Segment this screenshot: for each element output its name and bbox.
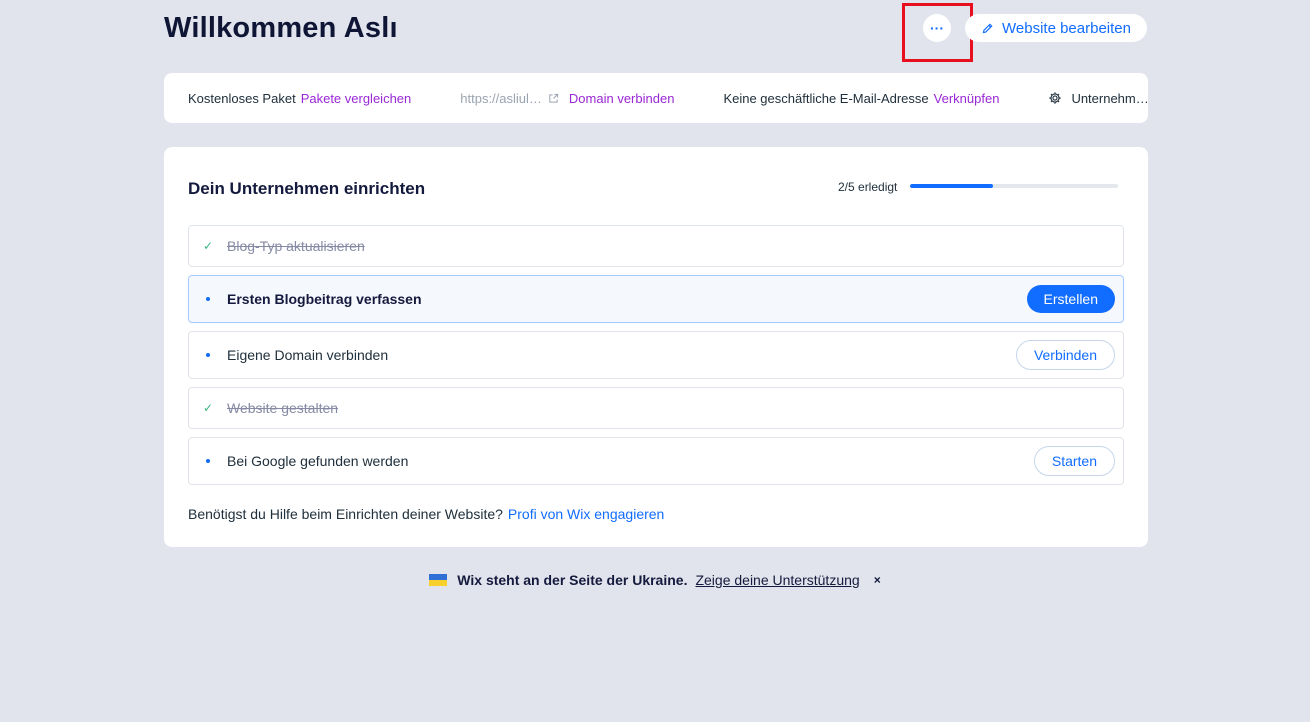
hire-expert-link[interactable]: Profi von Wix engagieren	[508, 506, 664, 522]
connect-domain-button[interactable]: Verbinden	[1015, 340, 1115, 370]
task-label: Website gestalten	[227, 400, 339, 416]
progress-label: 2/5 erledigt	[838, 180, 898, 194]
gear-icon	[1049, 92, 1062, 104]
business-label: Unternehm…	[1071, 90, 1149, 106]
progress-bar	[910, 184, 1118, 188]
bullet-icon	[206, 297, 210, 301]
task-label: Eigene Domain verbinden	[227, 347, 389, 363]
start-seo-button[interactable]: Starten	[1033, 446, 1115, 476]
site-info-bar: Kostenloses Paket Pakete vergleichen htt…	[164, 73, 1149, 123]
task-label: Bei Google gefunden werden	[227, 453, 409, 469]
compare-plans-link[interactable]: Pakete vergleichen	[301, 91, 412, 106]
edit-website-button[interactable]: Website bearbeiten	[965, 14, 1147, 42]
create-post-button[interactable]: Erstellen	[1026, 285, 1115, 313]
close-icon[interactable]: ×	[874, 573, 881, 587]
page-title: Willkommen Aslı	[164, 12, 398, 44]
plan-segment: Kostenloses Paket Pakete vergleichen	[188, 91, 411, 106]
banner-text: Wix steht an der Seite der Ukraine.	[457, 572, 688, 588]
setup-card: Dein Unternehmen einrichten 2/5 erledigt…	[164, 147, 1148, 547]
connect-email-link[interactable]: Verknüpfen	[934, 91, 1000, 106]
ukraine-banner: Wix steht an der Seite der Ukraine. Zeig…	[0, 572, 1310, 588]
edit-website-label: Website bearbeiten	[1002, 19, 1131, 37]
task-item[interactable]: Bei Google gefunden werden Starten	[188, 437, 1124, 485]
email-segment: Keine geschäftliche E-Mail-Adresse Verkn…	[723, 91, 999, 106]
task-label: Blog-Typ aktualisieren	[227, 238, 365, 254]
pencil-icon	[982, 22, 993, 33]
task-item[interactable]: ✓ Blog-Typ aktualisieren	[188, 225, 1124, 267]
business-settings[interactable]: Unternehm…	[1048, 90, 1149, 106]
task-item[interactable]: Eigene Domain verbinden Verbinden	[188, 331, 1124, 379]
domain-segment: https://asliul… Domain verbinden	[460, 91, 674, 106]
site-url[interactable]: https://asliul…	[460, 91, 542, 106]
task-item[interactable]: Ersten Blogbeitrag verfassen Erstellen	[188, 275, 1124, 323]
help-text: Benötigst du Hilfe beim Einrichten deine…	[188, 506, 503, 522]
bullet-icon	[206, 459, 210, 463]
setup-title: Dein Unternehmen einrichten	[188, 179, 426, 198]
check-icon: ✓	[202, 401, 214, 415]
highlight-box	[902, 3, 973, 62]
support-link[interactable]: Zeige deine Unterstützung	[695, 572, 859, 588]
check-icon: ✓	[202, 239, 214, 253]
progress-fill	[910, 184, 994, 188]
ukraine-flag-icon	[429, 574, 448, 586]
task-label: Ersten Blogbeitrag verfassen	[227, 291, 422, 307]
help-row: Benötigst du Hilfe beim Einrichten deine…	[188, 506, 664, 522]
bullet-icon	[206, 353, 210, 357]
connect-domain-link[interactable]: Domain verbinden	[569, 91, 675, 106]
external-link-icon[interactable]	[548, 93, 559, 104]
task-item[interactable]: ✓ Website gestalten	[188, 387, 1124, 429]
email-status: Keine geschäftliche E-Mail-Adresse	[723, 90, 929, 106]
plan-label: Kostenloses Paket	[188, 90, 296, 106]
